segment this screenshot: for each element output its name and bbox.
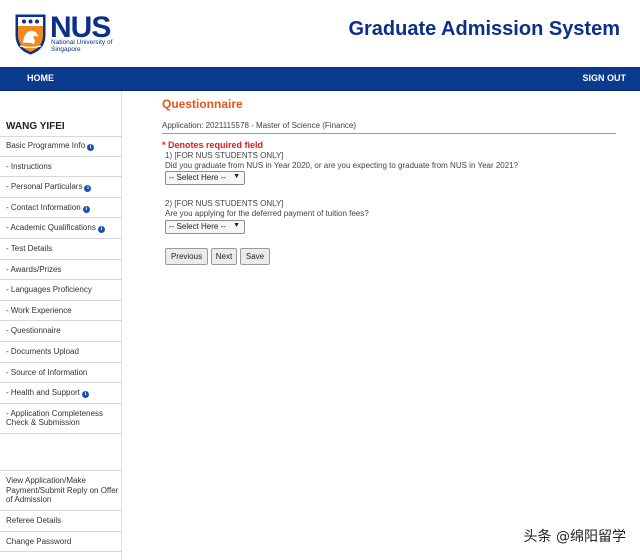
header: NUS National University of Singapore Gra… xyxy=(0,0,640,67)
application-info: Application: 2021115578 - Master of Scie… xyxy=(162,121,357,130)
save-button[interactable]: Save xyxy=(240,248,270,265)
system-title: Graduate Admission System xyxy=(348,18,620,40)
sidebar-item-label: - Languages Proficiency xyxy=(6,285,92,295)
sidebar-item-test-details[interactable]: - Test Details xyxy=(0,239,122,260)
required-field-note: * Denotes required field xyxy=(162,140,264,150)
content-divider xyxy=(162,133,616,134)
sidebar-item-label: - Test Details xyxy=(6,243,53,253)
dropdown-arrow-icon: ▼ xyxy=(233,173,240,180)
sidebar-item-label: - Documents Upload xyxy=(6,346,79,356)
sidebar-item-awards-prizes[interactable]: - Awards/Prizes xyxy=(0,260,122,281)
info-icon[interactable]: i xyxy=(81,391,89,399)
logo-subtitle: National University of Singapore xyxy=(51,39,113,53)
nus-logo[interactable]: NUS National University of Singapore xyxy=(14,13,114,59)
nav-home-link[interactable]: HOME xyxy=(27,73,54,83)
nav-signout-link[interactable]: SIGN OUT xyxy=(582,73,626,83)
sidebar-item-label: - Questionnaire xyxy=(6,326,61,336)
question-1-select[interactable]: -- Select Here -- ▼ xyxy=(165,171,245,185)
watermark: 头条 @绵阳留学 xyxy=(523,529,626,545)
sidebar-item-label: - Source of Information xyxy=(6,367,88,377)
sidebar-item-label: - Contact Information xyxy=(6,202,81,212)
sidebar-item-basic-programme-info[interactable]: Basic Programme Info i xyxy=(0,136,122,157)
sidebar-item-personal-particulars[interactable]: - Personal Particulars i xyxy=(0,177,122,198)
select-value: -- Select Here -- xyxy=(169,222,226,231)
sidebar-item-label: - Academic Qualifications xyxy=(6,223,96,233)
sidebar-item-contact-information[interactable]: - Contact Information i xyxy=(0,198,122,219)
top-navbar: HOME SIGN OUT xyxy=(0,67,640,91)
sidebar-item-label: - Work Experience xyxy=(6,305,72,315)
question-2: 2) [FOR NUS STUDENTS ONLY] Are you apply… xyxy=(165,199,369,218)
previous-button[interactable]: Previous xyxy=(165,248,208,265)
dropdown-arrow-icon: ▼ xyxy=(233,222,240,229)
sidebar-item-instructions[interactable]: - Instructions xyxy=(0,157,122,178)
sidebar-item-source-of-information[interactable]: - Source of Information xyxy=(0,363,122,384)
question-2-text: Are you applying for the deferred paymen… xyxy=(165,208,369,218)
question-2-label: 2) [FOR NUS STUDENTS ONLY] xyxy=(165,199,284,208)
sidebar-item-documents-upload[interactable]: - Documents Upload xyxy=(0,342,122,363)
sidebar-item-questionnaire[interactable]: - Questionnaire xyxy=(0,321,122,342)
question-1: 1) [FOR NUS STUDENTS ONLY] Did you gradu… xyxy=(165,151,518,170)
question-1-label: 1) [FOR NUS STUDENTS ONLY] xyxy=(165,151,284,160)
user-name: WANG YIFEI xyxy=(6,121,65,132)
sidebar-item-label: Basic Programme Info xyxy=(6,141,86,150)
question-2-select[interactable]: -- Select Here -- ▼ xyxy=(165,220,245,234)
sidebar-item-academic-qualifications[interactable]: - Academic Qualifications i xyxy=(0,218,122,239)
sidebar-item-work-experience[interactable]: - Work Experience xyxy=(0,301,122,322)
sidebar-item-label: - Instructions xyxy=(6,161,52,171)
sidebar-item-change-password[interactable]: Change Password xyxy=(0,532,122,552)
info-icon[interactable]: i xyxy=(82,205,90,213)
sidebar-item-application-completeness[interactable]: - Application Completeness Check & Submi… xyxy=(0,404,122,434)
info-icon[interactable]: i xyxy=(84,185,92,193)
sidebar-item-view-application[interactable]: View Application/Make Payment/Submit Rep… xyxy=(0,471,122,511)
sidebar-item-referee-details[interactable]: Referee Details xyxy=(0,511,122,532)
sidebar-item-label: - Personal Particulars xyxy=(6,182,83,192)
sidebar-item-label: - Health and Support xyxy=(6,388,80,398)
sidebar-item-languages-proficiency[interactable]: - Languages Proficiency xyxy=(0,280,122,301)
sidebar-item-health-and-support[interactable]: - Health and Support i xyxy=(0,383,122,404)
info-icon[interactable]: i xyxy=(97,226,105,234)
sidebar-bottom-menu: View Application/Make Payment/Submit Rep… xyxy=(0,470,122,552)
select-value: -- Select Here -- xyxy=(169,173,226,182)
nus-crest-lion-icon xyxy=(15,14,46,55)
info-icon[interactable]: i xyxy=(87,144,95,151)
sidebar: WANG YIFEI Basic Programme Info i - Instr… xyxy=(0,91,122,560)
sidebar-item-label: - Awards/Prizes xyxy=(6,264,62,274)
question-1-text: Did you graduate from NUS in Year 2020, … xyxy=(165,160,519,170)
next-button[interactable]: Next xyxy=(211,248,237,265)
page-title: Questionnaire xyxy=(162,97,243,111)
sidebar-menu: Basic Programme Info i - Instructions - P… xyxy=(0,136,122,434)
sidebar-item-label: - Application Completeness Check & Submi… xyxy=(6,408,103,428)
